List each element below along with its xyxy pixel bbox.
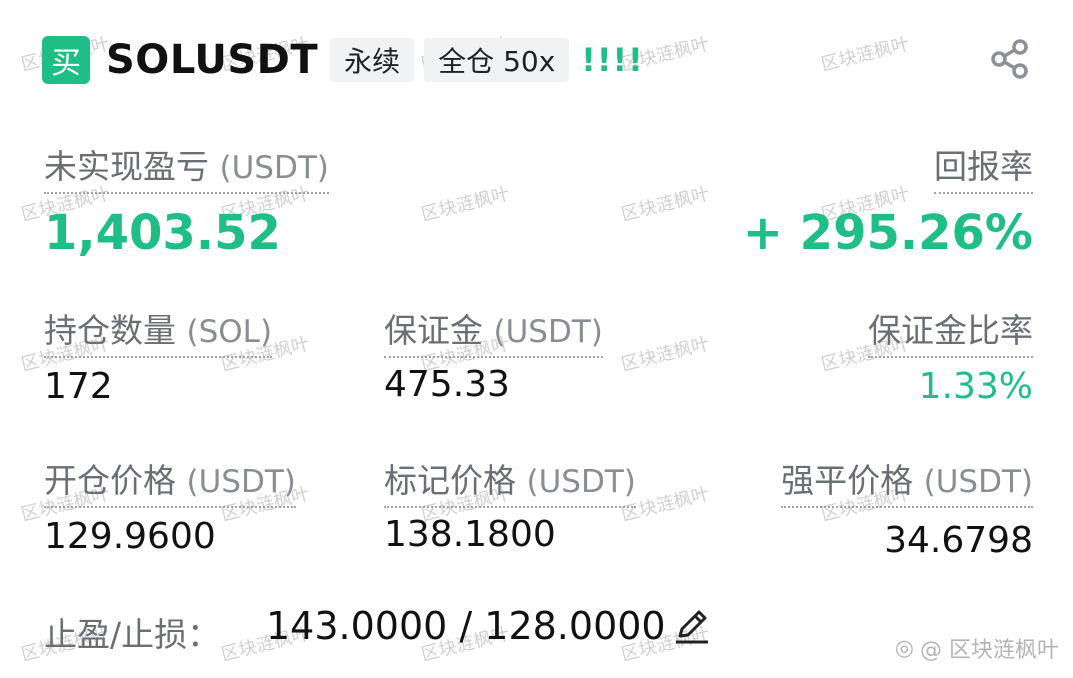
entry-price-value: 129.9600 xyxy=(44,516,216,557)
symbol-name: SOLUSDT xyxy=(106,37,319,83)
tpsl-value: 143.0000 / 128.0000 xyxy=(266,604,666,648)
unrealized-pnl-value: 1,403.52 xyxy=(44,205,281,261)
liq-price-unit: (USDT) xyxy=(923,464,1033,500)
entry-price-unit: (USDT) xyxy=(186,464,296,500)
margin-value: 475.33 xyxy=(384,364,510,405)
footer-watermark: ◎ @ 区块涟枫叶 xyxy=(895,632,1059,664)
margin-ratio-label[interactable]: 保证金比率 xyxy=(868,304,1033,358)
margin-unit: (USDT) xyxy=(493,314,603,350)
position-size-label[interactable]: 持仓数量 (SOL) xyxy=(44,304,273,358)
margin-ratio-value: 1.33% xyxy=(918,366,1033,407)
roe-value: + 295.26% xyxy=(742,205,1033,261)
unrealized-pnl-label-text: 未实现盈亏 xyxy=(44,147,209,186)
watermark: 区块涟枫叶 xyxy=(419,183,512,226)
liq-price-value: 34.6798 xyxy=(884,520,1033,561)
margin-label-text: 保证金 xyxy=(384,311,483,350)
liq-price-label[interactable]: 强平价格 (USDT) xyxy=(781,454,1033,508)
position-size-label-text: 持仓数量 xyxy=(44,311,176,350)
unrealized-pnl-label[interactable]: 未实现盈亏 (USDT) xyxy=(44,140,329,194)
position-card: 区块涟枫叶 区块涟枫叶 区块涟枫叶 区块涟枫叶 区块涟枫叶 区块涟枫叶 区块涟枫… xyxy=(0,0,1073,678)
mark-price-label[interactable]: 标记价格 (USDT) xyxy=(384,454,636,508)
position-size-unit: (SOL) xyxy=(186,314,273,350)
watermark: 区块涟枫叶 xyxy=(619,183,712,226)
buy-badge: 买 xyxy=(42,36,90,84)
entry-price-label[interactable]: 开仓价格 (USDT) xyxy=(44,454,296,508)
position-header: 买 SOLUSDT 永续 全仓 50x !!!! xyxy=(42,36,644,84)
margin-mode-tag: 全仓 50x xyxy=(424,38,570,82)
perpetual-tag: 永续 xyxy=(330,38,415,82)
mark-price-label-text: 标记价格 xyxy=(384,461,516,500)
footer-watermark-text: @ 区块涟枫叶 xyxy=(920,638,1059,663)
watermark: 区块涟枫叶 xyxy=(619,333,712,376)
pencil-icon[interactable] xyxy=(672,606,712,646)
unrealized-pnl-unit: (USDT) xyxy=(219,150,329,186)
mark-price-unit: (USDT) xyxy=(526,464,636,500)
share-icon[interactable] xyxy=(989,38,1031,80)
watermark: 区块涟枫叶 xyxy=(819,33,912,76)
tpsl-label: 止盈/止损： xyxy=(44,615,221,654)
wechat-icon: ◎ xyxy=(894,635,914,661)
entry-price-label-text: 开仓价格 xyxy=(44,461,176,500)
mark-price-value: 138.1800 xyxy=(384,514,556,555)
liq-price-label-text: 强平价格 xyxy=(781,461,914,500)
margin-label[interactable]: 保证金 (USDT) xyxy=(384,304,603,358)
roe-label[interactable]: 回报率 xyxy=(934,140,1033,194)
alert-marks: !!!! xyxy=(581,41,644,79)
position-size-value: 172 xyxy=(44,366,113,407)
